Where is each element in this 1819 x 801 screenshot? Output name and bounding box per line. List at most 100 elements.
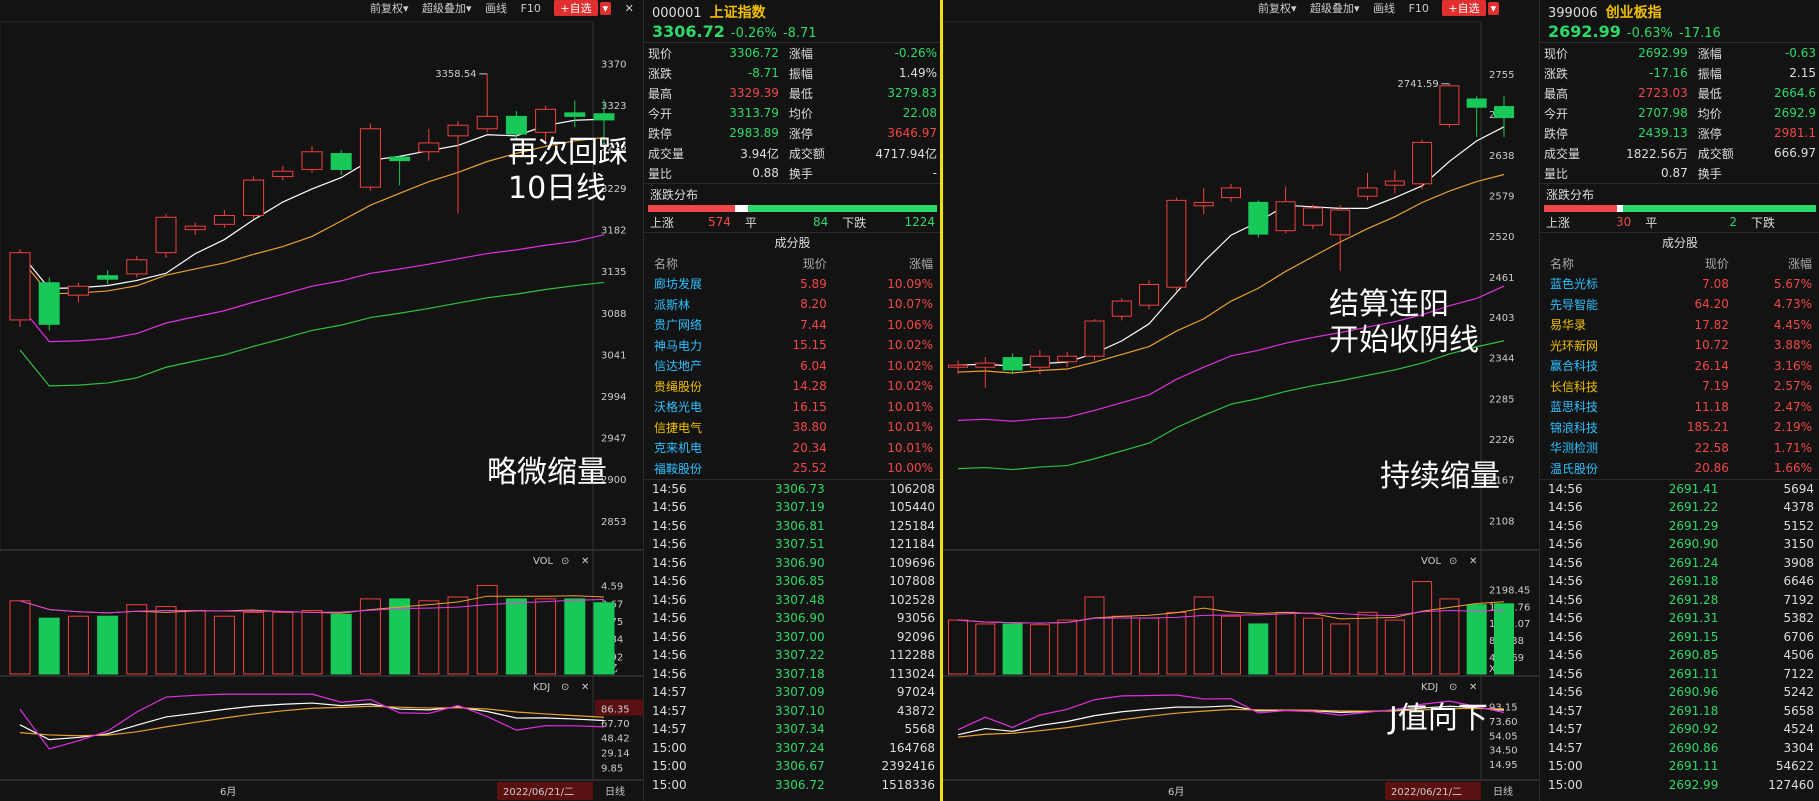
candlestick[interactable]: [272, 165, 294, 181]
candlestick[interactable]: [1057, 352, 1078, 368]
candlestick[interactable]: [1330, 205, 1351, 271]
volume-bar[interactable]: [1357, 611, 1378, 675]
candlestick[interactable]: [389, 155, 411, 186]
period-selector[interactable]: 日线: [605, 785, 625, 798]
volume-bar[interactable]: [948, 619, 968, 675]
stock-name[interactable]: 温氏股份: [1540, 458, 1646, 479]
candlestick[interactable]: [1248, 200, 1269, 238]
table-row[interactable]: 派斯林 8.20 10.07%: [644, 294, 941, 315]
volume-bar[interactable]: [97, 615, 119, 675]
volume-bar[interactable]: [272, 611, 294, 675]
stock-name[interactable]: 长信科技: [1540, 376, 1646, 397]
table-row[interactable]: 锦浪科技 185.21 2.19%: [1540, 417, 1819, 438]
close-icon[interactable]: ✕: [581, 682, 589, 693]
stock-name[interactable]: 光环新网: [1540, 335, 1646, 356]
stock-name[interactable]: 华测检测: [1540, 438, 1646, 459]
table-row[interactable]: 克来机电 20.34 10.01%: [644, 438, 941, 459]
f10-button[interactable]: F10: [1409, 2, 1429, 15]
volume-bar[interactable]: [301, 609, 323, 675]
volume-bar[interactable]: [184, 609, 206, 675]
stock-name[interactable]: 赢合科技: [1540, 356, 1646, 377]
table-row[interactable]: 贵广网络 7.44 10.06%: [644, 315, 941, 336]
column-header-pct[interactable]: 涨幅: [831, 253, 941, 274]
stock-name[interactable]: 信捷电气: [644, 417, 750, 438]
period-selector[interactable]: 日线: [1493, 785, 1513, 798]
candlestick[interactable]: [1384, 170, 1405, 194]
watchlist-dropdown-button[interactable]: ▾: [1487, 2, 1500, 15]
table-row[interactable]: 易华录 17.82 4.45%: [1540, 315, 1819, 336]
table-row[interactable]: 贵绳股份 14.28 10.02%: [644, 376, 941, 397]
candlestick[interactable]: [476, 73, 498, 133]
candlestick[interactable]: [213, 210, 235, 228]
candlestick[interactable]: [301, 146, 323, 174]
candlestick[interactable]: [1002, 353, 1023, 375]
close-icon[interactable]: ✕: [1469, 556, 1477, 567]
column-header-price[interactable]: 现价: [750, 253, 831, 274]
table-row[interactable]: 蓝思科技 11.18 2.47%: [1540, 397, 1819, 418]
volume-bar[interactable]: [1384, 619, 1405, 675]
watchlist-dropdown-button[interactable]: ▾: [599, 2, 612, 15]
volume-bar[interactable]: [213, 615, 235, 675]
volume-bar[interactable]: [1029, 624, 1050, 675]
settings-icon[interactable]: ⊙: [561, 556, 569, 567]
volume-bar[interactable]: [1002, 623, 1023, 675]
left-kline-chart[interactable]: 3370332332763229318231353088304129942947…: [0, 0, 643, 801]
volume-bar[interactable]: [1466, 604, 1487, 675]
volume-bar[interactable]: [564, 598, 586, 675]
close-icon[interactable]: ✕: [625, 2, 634, 15]
candlestick[interactable]: [1193, 187, 1214, 215]
volume-bar[interactable]: [593, 602, 615, 675]
column-header-name[interactable]: 名称: [644, 253, 750, 274]
volume-bar[interactable]: [418, 600, 440, 675]
stock-name[interactable]: 贵绳股份: [644, 376, 750, 397]
candlestick[interactable]: [38, 277, 60, 331]
candlestick[interactable]: [1466, 96, 1487, 137]
overlay-menu[interactable]: 超级叠加▾: [1310, 2, 1360, 15]
candlestick[interactable]: [1111, 298, 1132, 321]
stock-name[interactable]: 锦浪科技: [1540, 417, 1646, 438]
column-header-name[interactable]: 名称: [1540, 253, 1646, 274]
candlestick[interactable]: [418, 128, 440, 161]
table-row[interactable]: 温氏股份 20.86 1.66%: [1540, 458, 1819, 479]
candlestick[interactable]: [243, 176, 265, 220]
candlestick[interactable]: [1275, 186, 1296, 234]
close-icon[interactable]: ✕: [581, 556, 589, 567]
column-header-pct[interactable]: 涨幅: [1733, 253, 1819, 274]
settings-icon[interactable]: ⊙: [561, 682, 569, 693]
volume-bar[interactable]: [1221, 615, 1241, 675]
candlestick[interactable]: [9, 249, 31, 327]
close-icon[interactable]: ✕: [1469, 682, 1477, 693]
add-watchlist-button[interactable]: +自选: [554, 0, 598, 16]
adjust-menu[interactable]: 前复权▾: [1258, 2, 1297, 15]
overlay-menu[interactable]: 超级叠加▾: [422, 2, 472, 15]
candlestick[interactable]: [155, 213, 177, 258]
f10-button[interactable]: F10: [521, 2, 541, 15]
stock-name[interactable]: 神马电力: [644, 335, 750, 356]
stock-name[interactable]: 克来机电: [644, 438, 750, 459]
right-chart-panel[interactable]: 2755269726382579252024612403234422852226…: [943, 0, 1539, 801]
candlestick[interactable]: [1139, 280, 1160, 310]
candlestick[interactable]: [126, 256, 148, 278]
adjust-menu[interactable]: 前复权▾: [370, 2, 409, 15]
volume-bar[interactable]: [243, 611, 265, 675]
stock-name[interactable]: 蓝思科技: [1540, 397, 1646, 418]
draw-line-button[interactable]: 画线: [1373, 2, 1395, 15]
volume-bar[interactable]: [505, 598, 527, 675]
settings-icon[interactable]: ⊙: [1449, 682, 1457, 693]
volume-bar[interactable]: [447, 596, 469, 675]
volume-bar[interactable]: [1248, 623, 1269, 675]
table-row[interactable]: 长信科技 7.19 2.57%: [1540, 376, 1819, 397]
volume-bar[interactable]: [1412, 581, 1433, 675]
volume-bar[interactable]: [67, 615, 89, 675]
table-row[interactable]: 福鞍股份 25.52 10.00%: [644, 458, 941, 479]
volume-bar[interactable]: [1166, 611, 1187, 675]
candlestick[interactable]: [1084, 318, 1105, 361]
table-row[interactable]: 信达地产 6.04 10.02%: [644, 356, 941, 377]
stock-name[interactable]: 易华录: [1540, 315, 1646, 336]
draw-line-button[interactable]: 画线: [485, 2, 507, 15]
candlestick[interactable]: [330, 150, 352, 175]
volume-bar[interactable]: [155, 606, 177, 675]
candlestick[interactable]: [975, 356, 996, 388]
settings-icon[interactable]: ⊙: [1449, 556, 1457, 567]
volume-bar[interactable]: [389, 598, 411, 675]
